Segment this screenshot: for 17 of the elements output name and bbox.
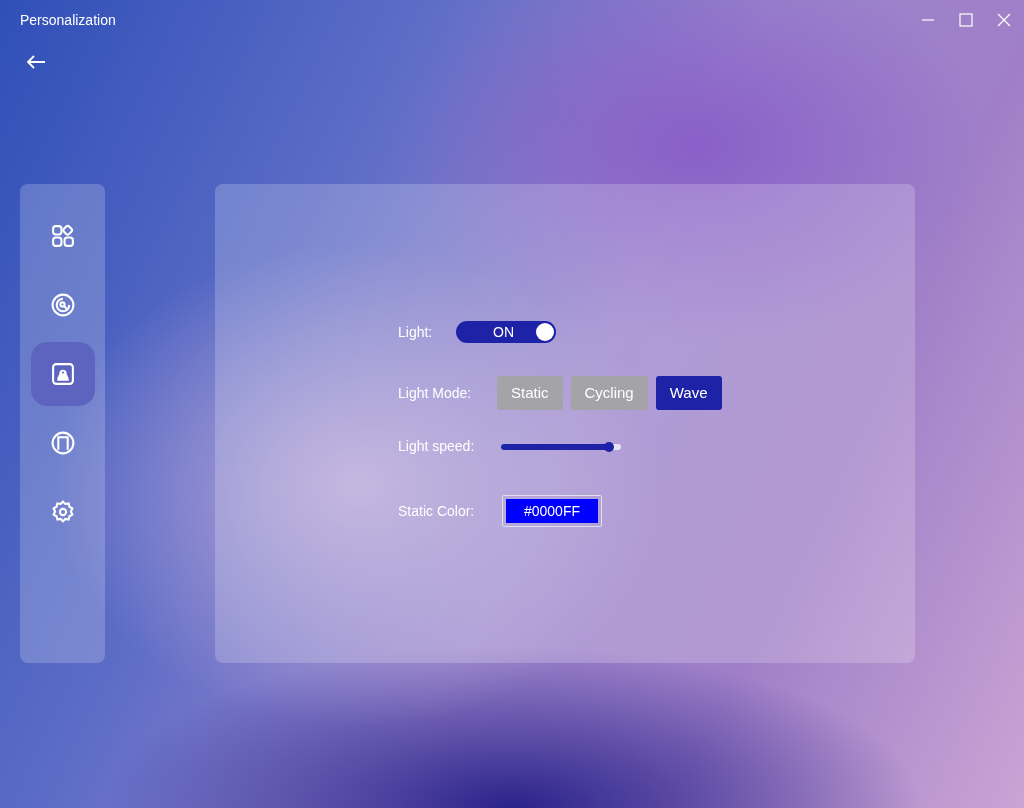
light-toggle[interactable]: ON xyxy=(456,321,556,343)
apps-icon xyxy=(49,223,76,249)
back-arrow-icon xyxy=(26,54,46,70)
maximize-icon xyxy=(959,13,973,27)
gauge-icon xyxy=(49,292,76,318)
gate-icon xyxy=(49,430,76,456)
close-icon xyxy=(997,13,1011,27)
setting-label: Light Mode: xyxy=(398,383,473,403)
setting-label: Static Color: xyxy=(398,501,476,521)
setting-label: Light speed: xyxy=(398,437,476,456)
lamp-icon xyxy=(49,361,76,387)
color-field[interactable]: #0000FF xyxy=(502,495,602,527)
speed-slider[interactable] xyxy=(501,443,621,450)
window-title: Personalization xyxy=(20,10,116,30)
mode-button[interactable]: Wave xyxy=(655,376,722,410)
sidebar-item[interactable] xyxy=(30,342,95,406)
setting-label: Light: xyxy=(398,322,434,342)
